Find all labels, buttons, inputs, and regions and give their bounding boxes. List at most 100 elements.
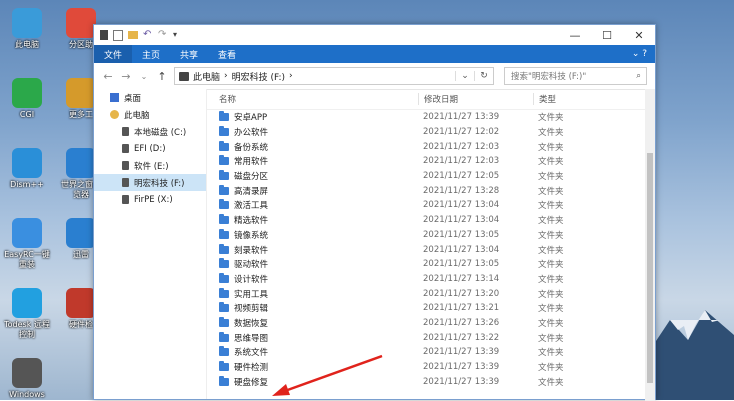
file-name-cell: 系统文件 [207, 346, 418, 358]
file-type: 文件夹 [538, 318, 564, 329]
close-button[interactable]: ✕ [623, 29, 655, 42]
file-type: 文件夹 [538, 157, 564, 168]
file-type: 文件夹 [538, 363, 564, 374]
column-header-type[interactable]: 类型 [533, 93, 623, 105]
tree-item-label: 明宏科技 (F:) [134, 178, 185, 189]
file-name-cell: 镜像系统 [207, 228, 418, 241]
ribbon: 文件 主页 共享 查看 ⌄ ? [94, 45, 655, 63]
tree-item[interactable]: 软件 (E:) [94, 157, 206, 174]
file-type: 文件夹 [538, 289, 564, 300]
file-row[interactable]: 激活工具 2021/11/27 13:04 文件夹 [207, 198, 655, 213]
vertical-scrollbar[interactable] [645, 89, 655, 401]
tree-item[interactable]: 明宏科技 (F:) [94, 174, 206, 191]
address-segment-drive[interactable]: 明宏科技 (F:) [232, 70, 285, 83]
file-row[interactable]: 设计软件 2021/11/27 13:14 文件夹 [207, 272, 655, 287]
file-row[interactable]: 数据恢复 2021/11/27 13:26 文件夹 [207, 316, 655, 331]
search-icon: ⌕ [636, 71, 641, 81]
desktop-icon[interactable]: Dism++ [4, 148, 50, 190]
redo-icon[interactable]: ↷ [158, 30, 168, 40]
file-row[interactable]: 安卓APP 2021/11/27 13:39 文件夹 [207, 110, 655, 125]
desktop-icon[interactable]: Todesk 远程控制 [4, 288, 50, 340]
file-name: 硬件检测 [234, 363, 269, 374]
file-row[interactable]: 硬盘修复 2021/11/27 13:39 文件夹 [207, 374, 655, 389]
recent-dropdown-icon[interactable]: ⌄ [138, 72, 150, 81]
file-row[interactable]: 办公软件 2021/11/27 12:02 文件夹 [207, 125, 655, 140]
refresh-icon[interactable]: ↻ [474, 71, 493, 81]
ribbon-expand-icon[interactable]: ⌄ ? [624, 45, 655, 63]
tree-item[interactable]: EFI (D:) [94, 140, 206, 157]
file-type: 文件夹 [538, 230, 564, 241]
address-bar[interactable]: 此电脑 › 明宏科技 (F:) › ⌄ ↻ [174, 67, 494, 85]
file-type: 文件夹 [538, 113, 564, 124]
address-separator[interactable]: › [224, 71, 228, 81]
tree-item[interactable]: 此电脑 [94, 106, 206, 123]
file-type: 文件夹 [538, 172, 564, 183]
forward-icon[interactable]: → [120, 70, 132, 83]
file-name: 备份系统 [234, 142, 269, 153]
file-row[interactable]: 镜像系统 2021/11/27 13:05 文件夹 [207, 228, 655, 243]
desktop-icons: 此电脑 分区助 CGI 更多工 Dism++ 世界之窗浏览器 EasyRC一键重装 迅雷 Tod… [0, 0, 101, 400]
tree-item-label: EFI (D:) [134, 143, 166, 154]
file-row[interactable]: 精选软件 2021/11/27 13:04 文件夹 [207, 213, 655, 228]
desktop-icon[interactable]: CGI [4, 78, 50, 120]
file-row[interactable]: 常用软件 2021/11/27 12:03 文件夹 [207, 154, 655, 169]
tab-view[interactable]: 查看 [208, 45, 246, 63]
tab-share[interactable]: 共享 [170, 45, 208, 63]
address-separator[interactable]: › [289, 71, 293, 81]
file-date: 2021/11/27 13:21 [423, 303, 500, 314]
file-row[interactable]: 高清录屏 2021/11/27 13:28 文件夹 [207, 183, 655, 198]
new-folder-icon[interactable] [128, 31, 138, 39]
tab-home[interactable]: 主页 [132, 45, 170, 63]
window-icon[interactable] [100, 30, 108, 40]
desktop-icon[interactable]: 此电脑 [4, 8, 50, 50]
file-name: 激活工具 [234, 201, 269, 212]
file-explorer-window: ↶ ↷ ▾ — ☐ ✕ 文件 主页 共享 查看 ⌄ ? ← → ⌄ ↑ 此电脑 … [93, 24, 656, 401]
file-date: 2021/11/27 13:28 [423, 185, 500, 196]
file-row[interactable]: 刻录软件 2021/11/27 13:04 文件夹 [207, 242, 655, 257]
file-date: 2021/11/27 13:04 [423, 200, 500, 211]
undo-icon[interactable]: ↶ [143, 30, 153, 40]
properties-icon[interactable] [113, 29, 123, 41]
file-row[interactable]: 备份系统 2021/11/27 12:03 文件夹 [207, 139, 655, 154]
back-icon[interactable]: ← [102, 70, 114, 83]
desktop-icon[interactable]: EasyRC一键重装 [4, 218, 50, 270]
up-icon[interactable]: ↑ [156, 70, 168, 83]
desktop-icon-label: Todesk 远程控制 [4, 320, 50, 339]
address-segment-this-pc[interactable]: 此电脑 [193, 70, 220, 83]
folder-icon [219, 375, 229, 386]
tree-item[interactable]: 桌面 [94, 89, 206, 106]
customize-dropdown-icon[interactable]: ▾ [173, 30, 183, 40]
file-name-cell: 视频剪辑 [207, 302, 418, 314]
folder-icon [219, 258, 229, 269]
file-name-cell: 激活工具 [207, 199, 418, 211]
tree-item[interactable]: FirPE (X:) [94, 191, 206, 208]
folder-icon [219, 199, 229, 210]
file-row[interactable]: 磁盘分区 2021/11/27 12:05 文件夹 [207, 169, 655, 184]
address-dropdown-icon[interactable]: ⌄ [455, 71, 474, 81]
folder-icon [219, 346, 229, 357]
file-row[interactable]: 驱动软件 2021/11/27 13:05 文件夹 [207, 257, 655, 272]
desktop-icon-label: Dism++ [10, 180, 44, 189]
column-header-name[interactable]: 名称 [207, 93, 418, 105]
file-row[interactable]: 硬件检测 2021/11/27 13:39 文件夹 [207, 360, 655, 375]
app-icon [66, 288, 96, 318]
file-name-cell: 实用工具 [207, 287, 418, 300]
minimize-button[interactable]: — [559, 29, 591, 42]
tree-item[interactable]: 本地磁盘 (C:) [94, 123, 206, 140]
file-row[interactable]: 实用工具 2021/11/27 13:20 文件夹 [207, 286, 655, 301]
tab-file[interactable]: 文件 [94, 45, 133, 63]
folder-icon [219, 331, 229, 342]
file-row[interactable]: 视频剪辑 2021/11/27 13:21 文件夹 [207, 301, 655, 316]
column-header-date[interactable]: 修改日期 [418, 93, 533, 105]
file-name-cell: 备份系统 [207, 140, 418, 153]
file-name: 数据恢复 [234, 318, 269, 329]
maximize-button[interactable]: ☐ [591, 29, 623, 42]
search-box[interactable]: 搜索"明宏科技 (F:)" ⌕ [504, 67, 647, 85]
desktop-icon[interactable]: Windows [4, 358, 50, 400]
file-row[interactable]: 系统文件 2021/11/27 13:39 文件夹 [207, 345, 655, 360]
file-row[interactable]: 思维导图 2021/11/27 13:22 文件夹 [207, 330, 655, 345]
search-input[interactable]: 搜索"明宏科技 (F:)" [511, 70, 586, 82]
folder-icon [219, 228, 229, 239]
column-headers: 名称 修改日期 类型 [207, 89, 655, 110]
scrollbar-thumb[interactable] [647, 153, 653, 383]
